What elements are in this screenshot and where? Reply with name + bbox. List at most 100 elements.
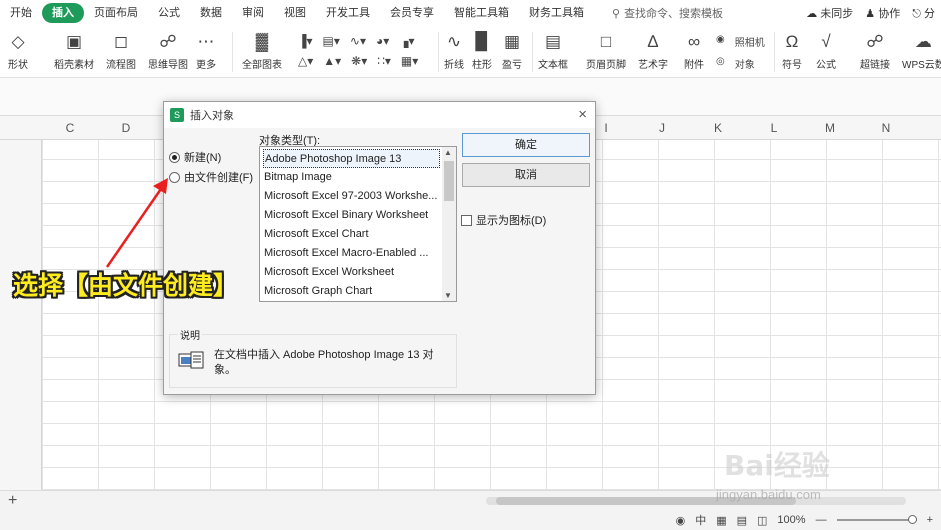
display-as-icon-option[interactable]: 显示为图标(D) (461, 212, 546, 228)
object-button[interactable]: ◎ 对象 (716, 56, 755, 71)
status-bar: ◉ 中 ▦ ▤ ◫ 100% — + (0, 510, 941, 530)
ok-button[interactable]: 确定 (462, 133, 590, 157)
tab-formulas[interactable]: 公式 (148, 3, 190, 23)
column-header-c[interactable]: C (42, 116, 98, 140)
combo-chart-icon[interactable]: ▦▾ (401, 54, 418, 68)
tab-home[interactable]: 开始 (0, 3, 42, 23)
material-button[interactable]: ▣ 稻壳素材 (54, 30, 94, 71)
symbol-button[interactable]: Ω 符号 (782, 30, 802, 71)
list-vertical-scrollbar[interactable]: ▲ ▼ (442, 147, 456, 301)
description-group: 说明 在文档中插入 Adobe Photoshop Image 13 对象。 (169, 327, 457, 388)
ribbon-tabs: 开始 插入 页面布局 公式 数据 审阅 视图 开发工具 会员专享 智能工具箱 财… (0, 0, 941, 26)
all-charts-button[interactable]: ▓ 全部图表 (242, 30, 282, 71)
area-chart-icon[interactable]: △▾ (298, 54, 313, 68)
camera-button[interactable]: ◉ 照相机 (716, 34, 765, 49)
column-header-j[interactable]: J (634, 116, 690, 140)
close-icon[interactable]: × (578, 105, 587, 125)
reading-view-icon[interactable]: ◫ (757, 514, 767, 527)
tab-insert[interactable]: 插入 (42, 3, 84, 23)
pie-chart-icon[interactable]: ◕▾ (376, 34, 389, 48)
cloud-data-icon: ☁ (914, 32, 932, 51)
scroll-up-icon[interactable]: ▲ (444, 148, 452, 157)
list-item[interactable]: Microsoft Excel Macro-Enabled ... (263, 244, 440, 263)
bar-chart-small-icon[interactable]: ▤▾ (323, 34, 340, 48)
tab-view[interactable]: 视图 (274, 3, 316, 23)
cancel-button[interactable]: 取消 (462, 163, 590, 187)
list-item[interactable]: Microsoft Excel Chart (263, 225, 440, 244)
page-layout-view-icon[interactable]: ▤ (737, 514, 747, 527)
column-header-d[interactable]: D (98, 116, 154, 140)
attachment-button[interactable]: ∞ 附件 (684, 30, 704, 71)
line-chart-icon[interactable]: ∿▾ (350, 34, 366, 48)
sync-status[interactable]: ☁ 未同步 (806, 5, 853, 21)
radio-create-from-file[interactable]: 由文件创建(F) (169, 169, 253, 185)
tab-review[interactable]: 审阅 (232, 3, 274, 23)
list-item[interactable]: Microsoft Graph Chart (263, 282, 440, 301)
list-item[interactable]: Microsoft Excel Binary Worksheet (263, 206, 440, 225)
normal-view-icon[interactable]: ▦ (716, 514, 726, 527)
scatter-chart-icon[interactable]: ∷▾ (377, 54, 391, 68)
bar-chart-icon: ▓ (255, 32, 269, 51)
add-sheet-icon[interactable]: + (8, 492, 17, 510)
eye-protect-icon[interactable]: ◉ (676, 514, 686, 527)
scroll-down-icon[interactable]: ▼ (444, 291, 452, 300)
column-chart-icon[interactable]: ▐▾ (298, 34, 313, 48)
tab-smart-tools[interactable]: 智能工具箱 (444, 3, 519, 23)
collab-button[interactable]: ♟ 协作 (865, 5, 900, 21)
textbox-button[interactable]: ▤ 文本框 (538, 30, 568, 71)
header-footer-button[interactable]: □ 页眉页脚 (586, 30, 626, 71)
command-search[interactable]: ⚲ 查找命令、搜索模板 (612, 5, 723, 21)
hyperlink-button[interactable]: ☍ 超链接 (860, 30, 890, 71)
column-header-l[interactable]: L (746, 116, 802, 140)
column-header-n[interactable]: N (858, 116, 914, 140)
list-item[interactable]: Microsoft Excel 97-2003 Workshe... (263, 187, 440, 206)
sparkline-line-icon: ∿ (446, 32, 462, 51)
wps-app-icon: S (170, 108, 184, 122)
sqrt-icon: √ (821, 32, 831, 51)
sparkline-line-button[interactable]: ∿ 折线 (444, 30, 464, 71)
zoom-slider[interactable] (836, 515, 917, 524)
wordart-button[interactable]: ∆ 艺术字 (638, 30, 668, 71)
share-icon: ⎋ (912, 8, 921, 20)
zoom-in-icon[interactable]: + (927, 514, 933, 526)
waterfall-chart-icon[interactable]: ▗▾ (399, 34, 414, 48)
display-as-icon-checkbox[interactable] (461, 214, 472, 226)
column-header-k[interactable]: K (690, 116, 746, 140)
dialog-title-bar[interactable]: S 插入对象 × (164, 102, 595, 128)
tab-member[interactable]: 会员专享 (380, 3, 444, 23)
toolbar-divider (532, 32, 533, 72)
zoom-out-icon[interactable]: — (816, 514, 827, 526)
stock-chart-icon[interactable]: ▲▾ (323, 54, 341, 68)
flowchart-button[interactable]: ◻ 流程图 (106, 30, 136, 71)
list-item[interactable]: Adobe Photoshop Image 13 (263, 149, 440, 168)
zoom-slider-knob[interactable] (907, 515, 917, 524)
sparkline-winloss-button[interactable]: ▦ 盈亏 (502, 30, 522, 71)
sparkline-column-button[interactable]: ▉ 柱形 (472, 30, 492, 71)
row-header-gutter (0, 140, 42, 490)
shapes-button[interactable]: ◇ 形状 (8, 30, 28, 71)
radar-chart-icon[interactable]: ❋▾ (351, 54, 367, 68)
chart-mini-row-top: ▐▾ ▤▾ ∿▾ ◕▾ ▗▾ (298, 34, 415, 48)
tab-page-layout[interactable]: 页面布局 (84, 3, 148, 23)
list-item[interactable]: Microsoft Excel Worksheet (263, 263, 440, 282)
flowchart-icon: ◻ (113, 32, 129, 51)
wps-cloud-button[interactable]: ☁ WPS云数 (902, 30, 941, 71)
zoom-level[interactable]: 100% (777, 514, 805, 526)
more-button[interactable]: ⋯ 更多 (196, 30, 216, 71)
baidu-watermark: Bai经验 (724, 449, 830, 482)
list-scroll-thumb[interactable] (444, 161, 454, 201)
mindmap-button[interactable]: ☍ 思维导图 (148, 30, 188, 71)
object-type-list[interactable]: Adobe Photoshop Image 13 Bitmap Image Mi… (259, 146, 457, 302)
radio-button-checked[interactable] (169, 151, 180, 163)
list-item[interactable]: Bitmap Image (263, 168, 440, 187)
tab-data[interactable]: 数据 (190, 3, 232, 23)
radio-create-new[interactable]: 新建(N) (169, 149, 221, 165)
tab-finance-tools[interactable]: 财务工具箱 (519, 3, 594, 23)
formula-button[interactable]: √ 公式 (816, 30, 836, 71)
column-header-m[interactable]: M (802, 116, 858, 140)
tab-developer[interactable]: 开发工具 (316, 3, 380, 23)
share-button[interactable]: ⎋ 分 (912, 5, 935, 21)
radio-button-unchecked[interactable] (169, 171, 180, 183)
input-language[interactable]: 中 (695, 512, 706, 528)
cloud-icon: ☁ (806, 8, 818, 20)
